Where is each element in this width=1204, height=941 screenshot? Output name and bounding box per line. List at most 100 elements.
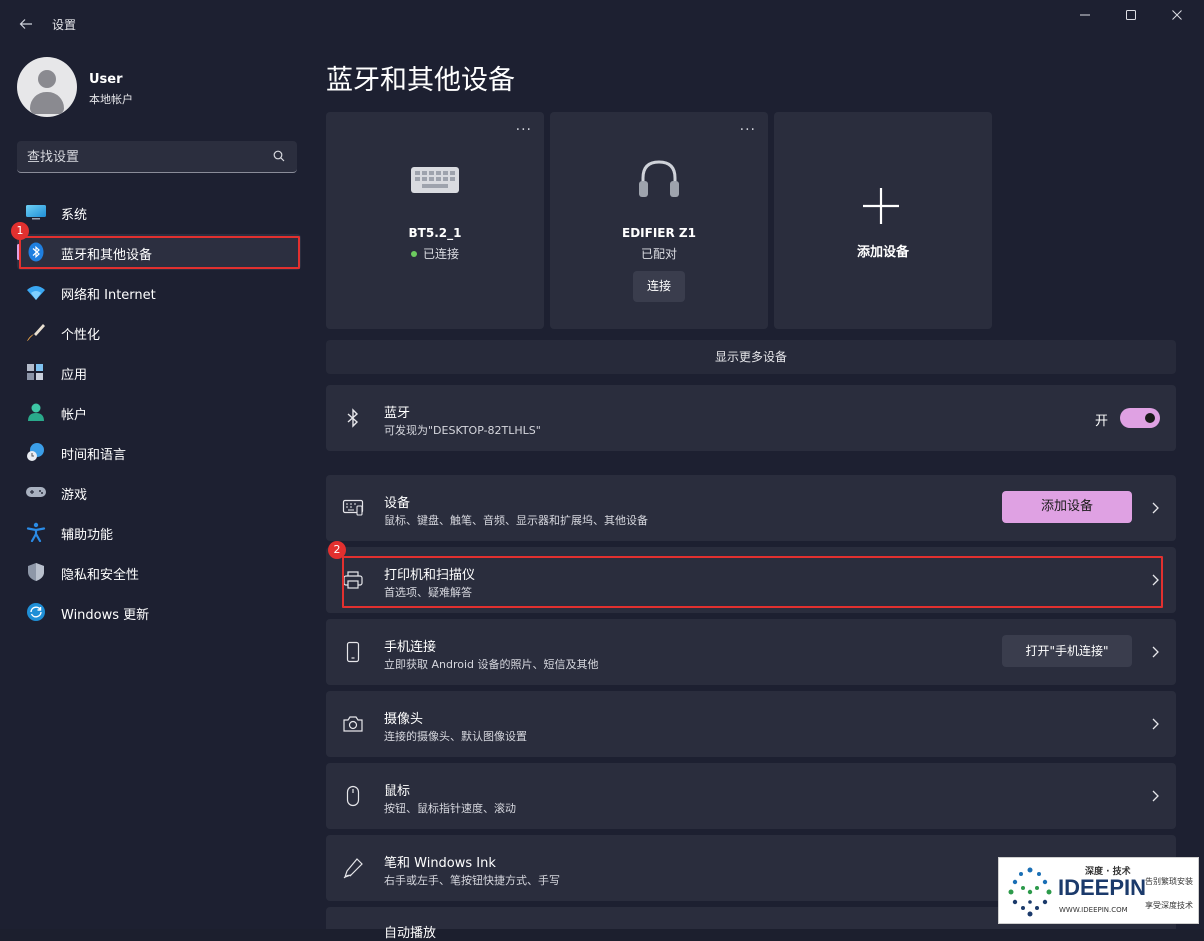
sidebar-item-personalization[interactable]: 个性化 — [17, 314, 301, 350]
back-arrow-icon — [19, 19, 32, 29]
sidebar-item-label: Windows 更新 — [61, 608, 150, 623]
add-device-tile[interactable]: 添加设备 — [774, 112, 992, 329]
sidebar-item-label: 隐私和安全性 — [61, 568, 140, 583]
sidebar-item-label: 网络和 Internet — [61, 288, 156, 303]
add-device-button[interactable]: 添加设备 — [1002, 491, 1132, 523]
more-options-button[interactable]: ··· — [516, 122, 532, 138]
chevron-right-icon — [1152, 502, 1159, 514]
sidebar-item-label: 时间和语言 — [61, 448, 127, 463]
toggle-knob — [1145, 413, 1155, 423]
settings-window: 设置 User 本地帐户 查找设置 系统 蓝牙和其他设备 网络和 Interne… — [0, 0, 1204, 941]
pen-icon — [343, 858, 363, 879]
back-button[interactable] — [14, 12, 38, 36]
connect-button[interactable]: 连接 — [633, 271, 685, 302]
sidebar-item-system[interactable]: 系统 — [17, 194, 301, 230]
chevron-right-icon — [1152, 646, 1159, 658]
card-subtitle: 连接的摄像头、默认图像设置 — [384, 730, 527, 743]
card-title: 设备 — [384, 496, 411, 511]
sidebar-item-label: 辅助功能 — [61, 528, 114, 543]
card-title: 摄像头 — [384, 712, 424, 727]
card-title: 笔和 Windows Ink — [384, 856, 496, 871]
device-status: 已连接 — [326, 245, 544, 262]
connected-dot-icon — [410, 250, 417, 257]
more-options-button[interactable]: ··· — [740, 122, 756, 138]
page-title: 蓝牙和其他设备 — [326, 65, 515, 96]
card-title: 自动播放 — [384, 926, 437, 941]
watermark-brand: IDEEPIN — [1058, 875, 1147, 900]
avatar-head-icon — [38, 70, 56, 88]
monitor-icon — [26, 205, 46, 220]
search-box[interactable] — [17, 141, 297, 173]
chevron-right-icon — [1152, 790, 1159, 802]
sidebar-item-privacy[interactable]: 隐私和安全性 — [17, 554, 301, 590]
device-name: EDIFIER Z1 — [622, 226, 696, 240]
devices-card[interactable]: 设备 鼠标、键盘、触笔、音频、显示器和扩展坞、其他设备 添加设备 — [326, 475, 1176, 541]
sidebar-item-apps[interactable]: 应用 — [17, 354, 301, 390]
phone-icon — [346, 641, 360, 663]
phone-link-card[interactable]: 手机连接 立即获取 Android 设备的照片、短信及其他 打开"手机连接" — [326, 619, 1176, 685]
toggle-state-label: 开 — [1094, 414, 1108, 429]
search-input[interactable] — [27, 147, 257, 167]
shield-icon — [28, 563, 44, 581]
card-title: 蓝牙 — [384, 406, 411, 421]
ideepin-logo-icon — [1008, 867, 1052, 917]
account-icon — [28, 403, 44, 421]
user-account-type: 本地帐户 — [89, 93, 133, 106]
bluetooth-toggle[interactable] — [1120, 408, 1160, 428]
sidebar-item-windows-update[interactable]: Windows 更新 — [17, 594, 301, 630]
bluetooth-icon — [347, 408, 359, 428]
mouse-icon — [346, 785, 360, 807]
avatar[interactable] — [17, 57, 77, 117]
device-tile-headset[interactable]: ··· EDIFIER Z1 已配对 连接 — [550, 112, 768, 329]
annotation-badge-1: 1 — [11, 222, 29, 240]
watermark-slogan-1: 告别繁琐安装 — [1145, 877, 1193, 886]
annotation-box-bluetooth — [19, 236, 300, 269]
app-title: 设置 — [52, 18, 77, 32]
camera-icon — [343, 716, 363, 732]
mouse-card[interactable]: 鼠标 按钮、鼠标指针速度、滚动 — [326, 763, 1176, 829]
maximize-button[interactable] — [1108, 4, 1154, 30]
accessibility-icon — [26, 522, 46, 542]
card-subtitle: 鼠标、键盘、触笔、音频、显示器和扩展坞、其他设备 — [384, 514, 648, 527]
card-subtitle: 可发现为"DESKTOP-82TLHLS" — [384, 424, 541, 437]
card-title: 鼠标 — [384, 784, 411, 799]
sidebar-item-label: 帐户 — [61, 408, 88, 423]
device-status-text: 已连接 — [422, 247, 459, 261]
watermark-slogan-2: 享受深度技术 — [1145, 901, 1193, 910]
sidebar-item-label: 系统 — [61, 208, 88, 223]
wifi-icon — [27, 286, 45, 300]
sidebar-item-accessibility[interactable]: 辅助功能 — [17, 514, 301, 550]
sidebar-item-label: 应用 — [61, 368, 88, 383]
maximize-icon — [1126, 10, 1136, 20]
sidebar-item-time-language[interactable]: 时间和语言 — [17, 434, 301, 470]
search-icon[interactable] — [273, 150, 285, 162]
avatar-body-icon — [30, 92, 64, 114]
minimize-icon — [1080, 14, 1090, 16]
user-name: User — [89, 72, 123, 87]
card-subtitle: 按钮、鼠标指针速度、滚动 — [384, 802, 516, 815]
minimize-button[interactable] — [1062, 4, 1108, 30]
gamepad-icon — [26, 487, 46, 497]
card-subtitle: 立即获取 Android 设备的照片、短信及其他 — [384, 658, 599, 671]
device-status: 已配对 — [640, 247, 677, 261]
sidebar-item-accounts[interactable]: 帐户 — [17, 394, 301, 430]
watermark-url: WWW.IDEEPIN.COM — [1059, 906, 1128, 914]
devices-icon — [342, 499, 364, 516]
close-button[interactable] — [1154, 4, 1200, 30]
open-phone-link-button[interactable]: 打开"手机连接" — [1002, 635, 1132, 667]
annotation-badge-2: 2 — [328, 541, 346, 559]
headset-icon — [639, 160, 679, 197]
device-tile-keyboard[interactable]: ··· BT5.2_1 已连接 — [326, 112, 544, 329]
update-icon — [27, 603, 45, 621]
sidebar-item-gaming[interactable]: 游戏 — [17, 474, 301, 510]
apps-icon — [27, 364, 43, 380]
chevron-right-icon — [1152, 718, 1159, 730]
camera-card[interactable]: 摄像头 连接的摄像头、默认图像设置 — [326, 691, 1176, 757]
globe-clock-icon — [27, 443, 44, 461]
card-subtitle: 右手或左手、笔按钮快捷方式、手写 — [384, 874, 560, 887]
ideepin-watermark: 深度 · 技术 IDEEPIN WWW.IDEEPIN.COM 告别繁琐安装 享… — [998, 857, 1199, 924]
close-icon — [1172, 10, 1182, 20]
sidebar-item-network[interactable]: 网络和 Internet — [17, 274, 301, 310]
keyboard-icon — [411, 167, 459, 193]
show-more-devices-button[interactable]: 显示更多设备 — [326, 340, 1176, 374]
